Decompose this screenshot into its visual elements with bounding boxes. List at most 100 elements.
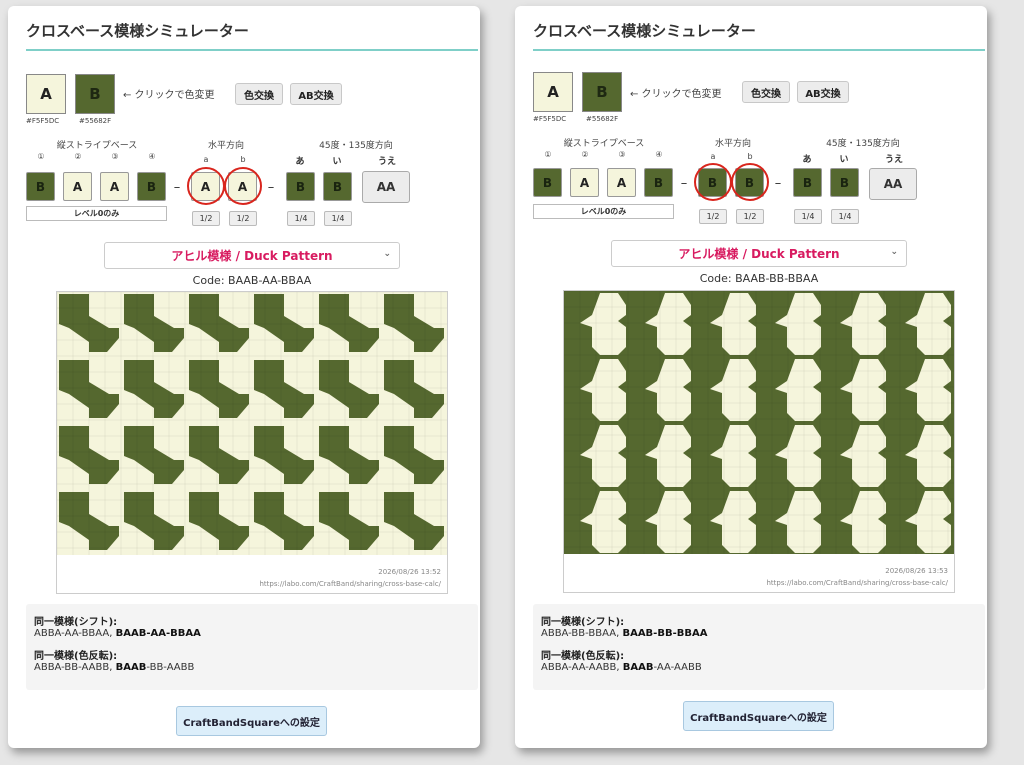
stripe-cell-2[interactable]: A (63, 172, 92, 201)
stripe-number-3: ③ (618, 150, 626, 159)
page-title: クロスベース模様シミュレーター (533, 22, 756, 40)
diagonal-sub-ue: うえ (884, 155, 903, 165)
pattern-code: Code: BAAB-AA-BBAA (192, 274, 312, 287)
level-0-only-toggle[interactable]: レベル0のみ (533, 204, 674, 219)
diagonal-sub-i: い (839, 155, 849, 165)
chevron-down-icon: ⌄ (383, 249, 391, 259)
diagonal-fraction-a[interactable]: 1/4 (794, 209, 822, 224)
preview-timestamp: 2026/08/26 13:52 (378, 568, 441, 576)
pattern-select[interactable]: アヒル模様 / Duck Pattern ⌄ (611, 240, 907, 267)
horizontal-fraction-a[interactable]: 1/2 (192, 211, 220, 226)
diagonal-cell-i[interactable]: B (830, 168, 859, 197)
swatch-b-hex: #55682F (586, 115, 619, 123)
color-swap-button[interactable]: 色交換 (742, 81, 790, 103)
separator-dash: – (680, 176, 688, 191)
same-shift-values: ABBA-AA-BBAA, BAAB-AA-BBAA (34, 628, 201, 639)
preview-url: https://labo.com/CraftBand/sharing/cross… (259, 580, 441, 588)
horizontal-sub-a: a (203, 155, 209, 164)
pattern-select[interactable]: アヒル模様 / Duck Pattern ⌄ (104, 242, 400, 269)
horizontal-cell-a[interactable]: B (698, 168, 727, 197)
ab-swap-button[interactable]: AB交換 (290, 83, 342, 105)
swatch-a-hex: #F5F5DC (533, 115, 567, 123)
same-shift-values: ABBA-BB-BBAA, BAAB-BB-BBAA (541, 628, 708, 639)
horizontal-fraction-b[interactable]: 1/2 (736, 209, 764, 224)
diagonal-label: 45度・135度方向 (319, 141, 393, 151)
stripe-number-1: ① (37, 152, 45, 161)
separator-dash: – (173, 180, 181, 195)
color-swatch-a[interactable]: A (26, 74, 66, 114)
horizontal-sub-a: a (710, 152, 716, 161)
horizontal-cell-a[interactable]: A (191, 172, 220, 201)
title-underline (533, 49, 985, 51)
color-swatch-b[interactable]: B (75, 74, 115, 114)
separator-dash: – (774, 176, 782, 191)
diagonal-fraction-a[interactable]: 1/4 (287, 211, 315, 226)
horizontal-label: 水平方向 (207, 141, 244, 151)
same-invert-values: ABBA-AA-AABB, BAAB-AA-AABB (541, 662, 702, 673)
stripe-number-2: ② (74, 152, 82, 161)
simulator-panel-left: クロスベース模様シミュレーター A #F5F5DC B #55682F ← クリ… (8, 6, 480, 748)
separator-dash: – (267, 180, 275, 195)
stripe-cell-2[interactable]: A (570, 168, 599, 197)
color-swap-button[interactable]: 色交換 (235, 83, 283, 105)
vertical-stripe-label: 縦ストライプベース (563, 139, 645, 149)
diagonal-sub-ue: うえ (377, 157, 396, 167)
swatch-a-hex: #F5F5DC (26, 117, 60, 125)
horizontal-sub-b: b (240, 155, 246, 164)
diagonal-fraction-i[interactable]: 1/4 (324, 211, 352, 226)
same-invert-label: 同一模様(色反転): (34, 651, 118, 662)
same-shift-label: 同一模様(シフト): (541, 617, 625, 628)
swatch-b-hex: #55682F (79, 117, 112, 125)
same-invert-values: ABBA-BB-AABB, BAAB-BB-AABB (34, 662, 195, 673)
preview-url: https://labo.com/CraftBand/sharing/cross… (766, 579, 948, 587)
same-shift-label: 同一模様(シフト): (34, 617, 118, 628)
same-pattern-box: 同一模様(シフト): ABBA-AA-BBAA, BAAB-AA-BBAA 同一… (26, 604, 478, 690)
ab-swap-button[interactable]: AB交換 (797, 81, 849, 103)
click-hint: ← クリックで色変更 (630, 89, 722, 100)
stripe-cell-3[interactable]: A (607, 168, 636, 197)
horizontal-fraction-b[interactable]: 1/2 (229, 211, 257, 226)
diagonal-cell-a[interactable]: B (793, 168, 822, 197)
pattern-select-value: アヒル模様 / Duck Pattern (171, 249, 333, 263)
vertical-stripe-label: 縦ストライプベース (56, 141, 138, 151)
diagonal-sub-i: い (332, 157, 342, 167)
diagonal-cell-i[interactable]: B (323, 172, 352, 201)
diagonal-fraction-i[interactable]: 1/4 (831, 209, 859, 224)
stripe-cell-4[interactable]: B (137, 172, 166, 201)
stripe-number-4: ④ (655, 150, 663, 159)
horizontal-fraction-a[interactable]: 1/2 (699, 209, 727, 224)
stripe-number-4: ④ (148, 152, 156, 161)
pattern-preview: 2026/08/26 13:53 https://labo.com/CraftB… (563, 290, 955, 593)
simulator-panel-right: クロスベース模様シミュレーター A #F5F5DC B #55682F ← クリ… (515, 6, 987, 748)
click-hint: ← クリックで色変更 (123, 90, 215, 101)
horizontal-cell-b[interactable]: A (228, 172, 257, 201)
pattern-code: Code: BAAB-BB-BBAA (699, 272, 819, 285)
same-invert-label: 同一模様(色反転): (541, 651, 625, 662)
diagonal-combo-button[interactable]: AA (869, 168, 917, 200)
color-swatch-b[interactable]: B (582, 72, 622, 112)
horizontal-cell-b[interactable]: B (735, 168, 764, 197)
stripe-cell-1[interactable]: B (533, 168, 562, 197)
pattern-select-value: アヒル模様 / Duck Pattern (678, 247, 840, 261)
stripe-number-2: ② (581, 150, 589, 159)
craftbandsquare-settings-button[interactable]: CraftBandSquareへの設定 (176, 706, 327, 736)
pattern-preview: 2026/08/26 13:52 https://labo.com/CraftB… (56, 291, 448, 594)
pattern-canvas (564, 291, 954, 554)
preview-timestamp: 2026/08/26 13:53 (885, 567, 948, 575)
pattern-canvas (57, 292, 447, 555)
chevron-down-icon: ⌄ (890, 247, 898, 257)
horizontal-label: 水平方向 (714, 139, 751, 149)
stripe-number-1: ① (544, 150, 552, 159)
level-0-only-toggle[interactable]: レベル0のみ (26, 206, 167, 221)
craftbandsquare-settings-button[interactable]: CraftBandSquareへの設定 (683, 701, 834, 731)
stripe-number-3: ③ (111, 152, 119, 161)
diagonal-cell-a[interactable]: B (286, 172, 315, 201)
diagonal-sub-a: あ (802, 155, 812, 165)
diagonal-sub-a: あ (295, 157, 305, 167)
diagonal-combo-button[interactable]: AA (362, 171, 410, 203)
stripe-cell-1[interactable]: B (26, 172, 55, 201)
stripe-cell-3[interactable]: A (100, 172, 129, 201)
color-swatch-a[interactable]: A (533, 72, 573, 112)
title-underline (26, 49, 478, 51)
stripe-cell-4[interactable]: B (644, 168, 673, 197)
